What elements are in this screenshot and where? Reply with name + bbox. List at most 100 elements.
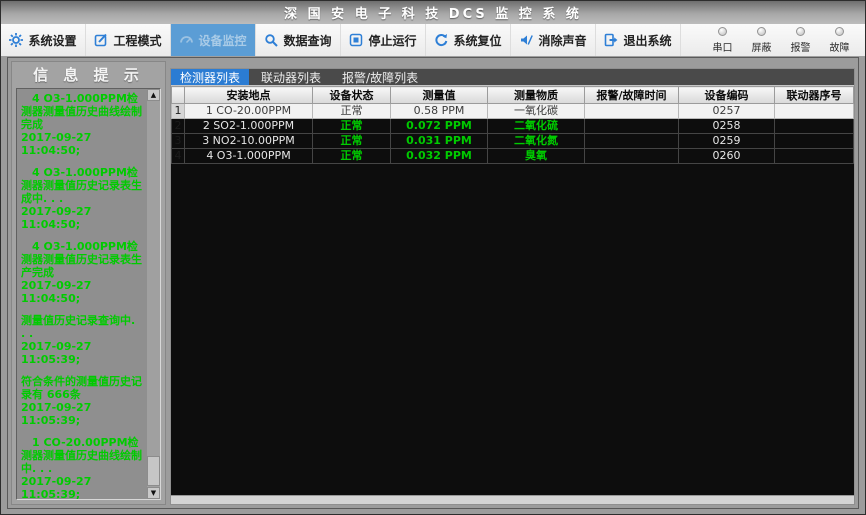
toolbar-button-label: 系统设置	[28, 33, 77, 48]
info-panel: 信 息 提 示 4 O3-1.000PPM检测器测量值历史曲线绘制完成 2017…	[11, 61, 166, 505]
log-message: 1 CO-20.00PPM检测器测量值历史曲线绘制中. . .	[21, 436, 142, 475]
column-header: 设备状态	[312, 86, 391, 104]
cell-measure-substance: 二氧化氮	[487, 133, 585, 149]
indicator-label: 报警	[790, 42, 811, 54]
cell-device-code: 0259	[678, 133, 775, 149]
column-header: 安装地点	[184, 86, 313, 104]
indicator-label: 串口	[712, 42, 733, 54]
toolbar-button-label: 停止运行	[368, 33, 417, 48]
indicator-shield: 屏蔽	[742, 26, 781, 54]
shield-led-icon	[757, 26, 766, 36]
app-window: 深 国 安 电 子 科 技 DCS 监 控 系 统 系统设置 工程模式 设备监控	[0, 0, 866, 515]
stop-icon	[349, 33, 363, 47]
toolbar-button-label: 设备监控	[198, 33, 247, 48]
indicator-label: 故障	[829, 42, 850, 54]
cell-install-location: 4 O3-1.000PPM	[184, 148, 313, 164]
log-entry: 4 O3-1.000PPM检测器测量值历史曲线绘制完成 2017-09-27 1…	[21, 92, 143, 157]
cell-device-status: 正常	[312, 103, 391, 119]
log-message: 4 O3-1.000PPM检测器测量值历史曲线绘制完成	[21, 92, 142, 131]
log-timestamp: 2017-09-27 11:05:39;	[21, 401, 92, 427]
device-monitor-button[interactable]: 设备监控	[171, 24, 256, 56]
scrollbar-thumb[interactable]	[147, 456, 160, 486]
toolbar-button-label: 工程模式	[113, 33, 162, 48]
row-number: 3	[171, 133, 185, 149]
row-number: 1	[171, 103, 185, 119]
column-header: 测量物质	[487, 86, 585, 104]
cell-measure-value: 0.031 PPM	[390, 133, 488, 149]
edit-icon	[94, 33, 108, 47]
tab-bar: 检测器列表 联动器列表 报警/故障列表	[171, 69, 854, 86]
cell-measure-substance: 二氧化硫	[487, 118, 585, 134]
system-settings-button[interactable]: 系统设置	[1, 24, 86, 56]
cell-alarm-time	[584, 103, 679, 119]
fault-led-icon	[835, 26, 844, 36]
table-row[interactable]: 4 4 O3-1.000PPM 正常 0.032 PPM 臭氧 0260	[171, 148, 854, 164]
log-timestamp: 2017-09-27 11:05:39;	[21, 475, 92, 500]
info-log-list: 4 O3-1.000PPM检测器测量值历史曲线绘制完成 2017-09-27 1…	[16, 88, 161, 500]
cell-install-location: 2 SO2-1.000PPM	[184, 118, 313, 134]
column-header: 测量值	[390, 86, 488, 104]
cell-linkage-serial	[774, 103, 854, 119]
table-row[interactable]: 3 3 NO2-10.00PPM 正常 0.031 PPM 二氧化氮 0259	[171, 133, 854, 149]
row-number: 2	[171, 118, 185, 134]
system-reset-button[interactable]: 系统复位	[426, 24, 511, 56]
table-horizontal-scrollbar[interactable]	[171, 495, 854, 504]
cell-install-location: 1 CO-20.00PPM	[184, 103, 313, 119]
search-icon	[264, 33, 279, 47]
tab-detector-list[interactable]: 检测器列表	[171, 69, 250, 85]
cell-linkage-serial	[774, 118, 854, 134]
column-header: 设备编码	[678, 86, 775, 104]
log-timestamp: 2017-09-27 11:04:50;	[21, 205, 92, 231]
log-message: 符合条件的测量值历史记录有 666条	[21, 375, 142, 401]
table-row[interactable]: 2 2 SO2-1.000PPM 正常 0.072 PPM 二氧化硫 0258	[171, 118, 854, 134]
title-bar: 深 国 安 电 子 科 技 DCS 监 控 系 统	[1, 1, 865, 24]
exit-system-button[interactable]: 退出系统	[596, 24, 681, 56]
indicator-serial-port: 串口	[703, 26, 742, 54]
cell-linkage-serial	[774, 148, 854, 164]
info-scrollbar[interactable]: ▲ ▼	[147, 89, 160, 499]
log-timestamp: 2017-09-27 11:05:39;	[21, 340, 92, 366]
stop-run-button[interactable]: 停止运行	[341, 24, 426, 56]
cell-alarm-time	[584, 118, 679, 134]
cell-device-code: 0260	[678, 148, 775, 164]
gauge-icon	[179, 33, 194, 47]
log-entry: 4 O3-1.000PPM检测器测量值历史记录表生产完成 2017-09-27 …	[21, 240, 143, 305]
toolbar-button-label: 数据查询	[283, 33, 332, 48]
reset-icon	[434, 33, 448, 47]
tab-linkage-list[interactable]: 联动器列表	[252, 69, 330, 85]
cell-measure-value: 0.032 PPM	[390, 148, 488, 164]
log-entry: 1 CO-20.00PPM检测器测量值历史曲线绘制中. . . 2017-09-…	[21, 436, 143, 500]
exit-icon	[604, 33, 618, 47]
mute-sound-button[interactable]: 消除声音	[511, 24, 596, 56]
serial-port-led-icon	[718, 26, 727, 36]
log-timestamp: 2017-09-27 11:04:50;	[21, 131, 92, 157]
cell-linkage-serial	[774, 133, 854, 149]
mute-icon	[519, 33, 534, 47]
toolbar-button-label: 退出系统	[623, 33, 672, 48]
log-message: 测量值历史记录查询中. . .	[21, 314, 140, 340]
engineering-mode-button[interactable]: 工程模式	[86, 24, 171, 56]
cell-measure-value: 0.072 PPM	[390, 118, 488, 134]
cell-measure-substance: 臭氧	[487, 148, 585, 164]
row-number: 4	[171, 148, 185, 164]
content-area: 信 息 提 示 4 O3-1.000PPM检测器测量值历史曲线绘制完成 2017…	[7, 57, 859, 509]
column-header: 报警/故障时间	[584, 86, 679, 104]
scroll-up-arrow-icon[interactable]: ▲	[147, 89, 160, 101]
alarm-led-icon	[796, 26, 805, 36]
data-query-button[interactable]: 数据查询	[256, 24, 341, 56]
cell-device-code: 0257	[678, 103, 775, 119]
cell-alarm-time	[584, 133, 679, 149]
cell-measure-substance: 一氧化碳	[487, 103, 585, 119]
indicator-fault: 故障	[820, 26, 859, 54]
tab-alarm-fault-list[interactable]: 报警/故障列表	[333, 69, 427, 85]
toolbar-button-label: 系统复位	[453, 33, 502, 48]
scroll-down-arrow-icon[interactable]: ▼	[147, 487, 160, 499]
table-row[interactable]: 1 1 CO-20.00PPM 正常 0.58 PPM 一氧化碳 0257	[171, 103, 854, 119]
toolbar-button-label: 消除声音	[538, 33, 587, 48]
log-entry: 4 O3-1.000PPM检测器测量值历史记录表生成中. . . 2017-09…	[21, 166, 143, 231]
gear-icon	[9, 33, 24, 47]
cell-device-code: 0258	[678, 118, 775, 134]
cell-alarm-time	[584, 148, 679, 164]
indicator-label: 屏蔽	[751, 42, 772, 54]
cell-device-status: 正常	[312, 118, 391, 134]
